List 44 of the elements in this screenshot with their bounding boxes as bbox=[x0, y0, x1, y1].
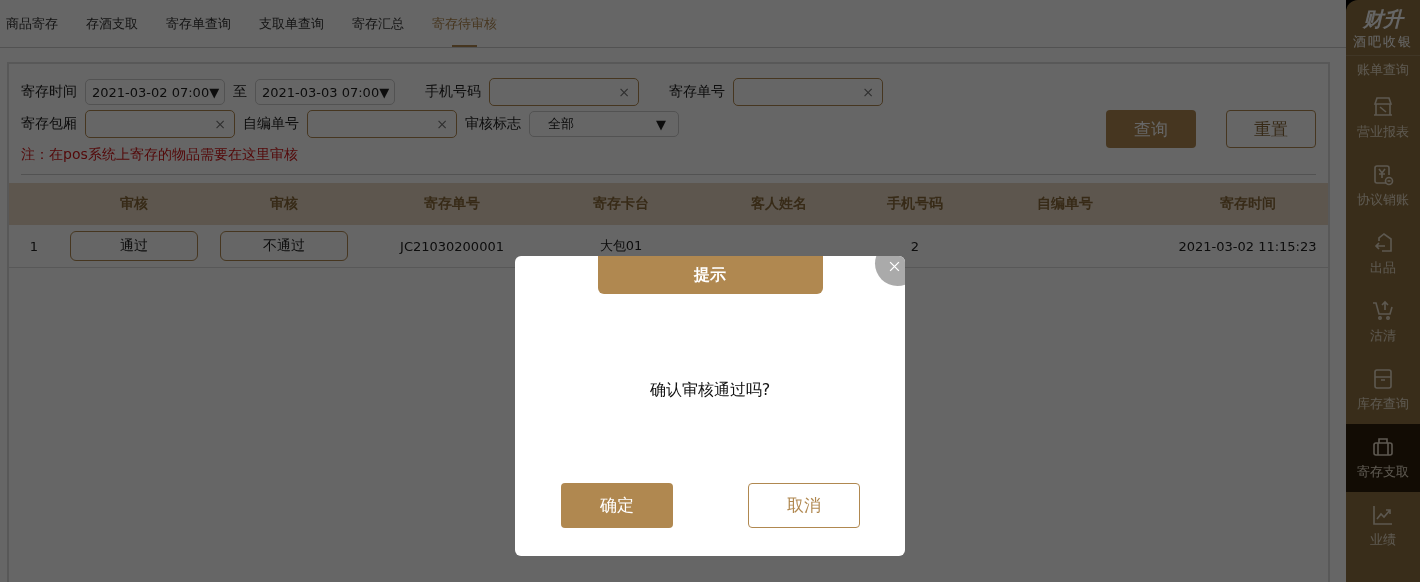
suitcase-icon bbox=[1371, 435, 1395, 459]
field-label: 至 bbox=[233, 83, 247, 101]
brand-subtitle: 酒吧收银 bbox=[1346, 33, 1420, 56]
input-field[interactable]: × bbox=[307, 110, 457, 138]
field-label: 手机号码 bbox=[425, 83, 481, 101]
query-button[interactable]: 查询 bbox=[1106, 110, 1196, 148]
flag-select[interactable]: 全部 ▼ bbox=[529, 111, 679, 137]
input-field[interactable]: × bbox=[489, 78, 639, 106]
reject-button[interactable]: 不通过 bbox=[220, 231, 348, 261]
tab[interactable]: 支取单查询 bbox=[257, 0, 338, 47]
field-label: 寄存包厢 bbox=[21, 115, 77, 133]
table-cell: 2 bbox=[910, 238, 920, 254]
input-field[interactable]: × bbox=[85, 110, 235, 138]
tab[interactable]: 寄存待审核 bbox=[430, 0, 511, 47]
reset-button[interactable]: 重置 bbox=[1226, 110, 1316, 148]
table-cell: JC21030200001 bbox=[400, 238, 504, 254]
brand-logo: 财升 bbox=[1363, 6, 1403, 33]
shop-icon bbox=[1371, 95, 1395, 119]
yen-card-icon bbox=[1371, 163, 1395, 187]
close-icon bbox=[889, 261, 900, 272]
table-cell: 2021-03-02 11:15:23 bbox=[1178, 238, 1317, 254]
field-label: 寄存时间 bbox=[21, 83, 77, 101]
chart-icon bbox=[1371, 503, 1395, 527]
cancel-button[interactable]: 取消 bbox=[747, 483, 860, 528]
field-label: 审核标志 bbox=[465, 115, 521, 133]
sidebar-item[interactable]: 寄存支取 bbox=[1346, 424, 1420, 492]
approve-button[interactable]: 通过 bbox=[70, 231, 198, 261]
table-cell: 大包01 bbox=[599, 238, 643, 253]
row-number: 1 bbox=[29, 238, 39, 254]
dialog-title: 提示 bbox=[597, 256, 823, 294]
tab[interactable]: 寄存单查询 bbox=[164, 0, 245, 47]
confirm-button[interactable]: 确定 bbox=[560, 483, 673, 528]
field-label: 自编单号 bbox=[243, 115, 299, 133]
cart-icon bbox=[1371, 299, 1395, 323]
tab[interactable]: 寄存汇总 bbox=[350, 0, 418, 47]
date-select[interactable]: 2021-03-03 07:00▼ bbox=[255, 79, 395, 105]
note-text: 注：在pos系统上寄存的物品需要在这里审核 bbox=[21, 146, 299, 164]
tab[interactable]: 存酒支取 bbox=[84, 0, 152, 47]
input-field[interactable]: × bbox=[733, 78, 883, 106]
field-label: 寄存单号 bbox=[669, 83, 725, 101]
dialog-message: 确认审核通过吗? bbox=[649, 380, 771, 401]
date-select[interactable]: 2021-03-02 07:00▼ bbox=[85, 79, 225, 105]
tab[interactable]: 商品寄存 bbox=[4, 0, 72, 47]
box-icon bbox=[1371, 367, 1395, 391]
